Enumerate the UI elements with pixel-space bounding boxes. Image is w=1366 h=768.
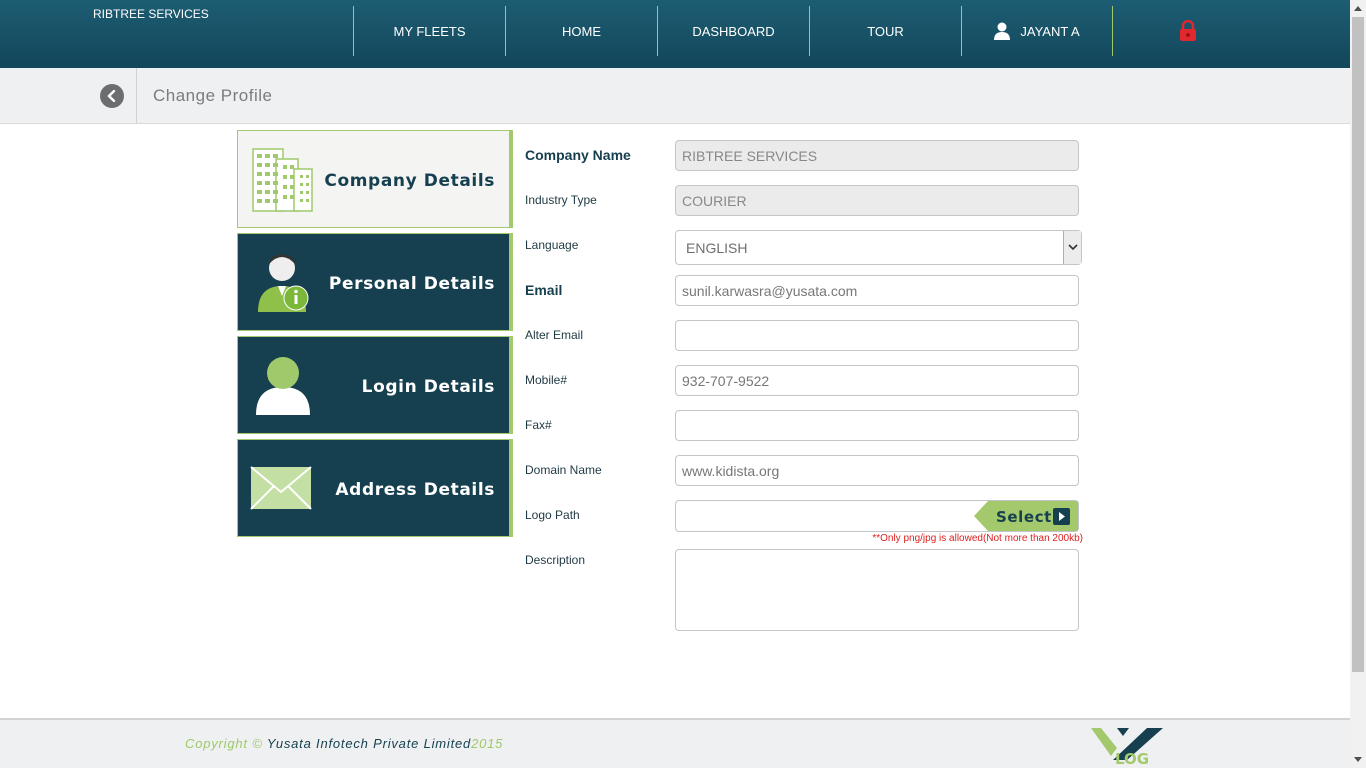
- alter-email-field[interactable]: [675, 320, 1079, 351]
- copyright-company: Yusata Infotech Private Limited: [266, 736, 472, 751]
- page: RIBTREE SERVICES MY FLEETS HOME DASHBOAR…: [0, 0, 1366, 768]
- company-name-field[interactable]: [675, 140, 1079, 171]
- language-select-value: ENGLISH: [686, 240, 748, 256]
- copyright-text: Copyright © Yusata Infotech Private Limi…: [185, 736, 503, 751]
- email-label: Email: [525, 282, 563, 298]
- top-navbar: RIBTREE SERVICES MY FLEETS HOME DASHBOAR…: [0, 0, 1350, 68]
- language-select[interactable]: ENGLISH: [675, 230, 1082, 265]
- tab-company-details[interactable]: Company Details: [237, 130, 513, 228]
- page-title: Change Profile: [153, 86, 273, 105]
- footer: Copyright © Yusata Infotech Private Limi…: [0, 718, 1350, 768]
- lock-icon: [1180, 20, 1196, 41]
- tab-address-details[interactable]: Address Details: [237, 439, 513, 537]
- language-select-button[interactable]: [1063, 231, 1081, 264]
- nav-dashboard[interactable]: DASHBOARD: [657, 6, 809, 56]
- tab-address-details-label: Address Details: [335, 480, 495, 500]
- nav-user-menu[interactable]: JAYANT A: [961, 6, 1113, 56]
- back-button[interactable]: [100, 84, 124, 108]
- tab-personal-details[interactable]: Personal Details: [237, 233, 513, 331]
- fax-label: Fax#: [525, 418, 552, 432]
- main-nav: MY FLEETS HOME DASHBOARD TOUR JAYANT A: [353, 6, 1263, 56]
- tab-login-details[interactable]: Login Details: [237, 336, 513, 434]
- description-label: Description: [525, 553, 586, 567]
- company-logo: LOG: [1091, 728, 1163, 768]
- brand-name: RIBTREE SERVICES: [93, 7, 209, 21]
- subheader-divider: [136, 68, 137, 124]
- scroll-thumb[interactable]: [1352, 17, 1364, 672]
- language-label: Language: [525, 238, 579, 252]
- nav-tour[interactable]: TOUR: [809, 6, 961, 56]
- tab-login-details-label: Login Details: [361, 377, 495, 397]
- logout-button[interactable]: [1113, 6, 1263, 56]
- logo-file-note: **Only png/jpg is allowed(Not more than …: [872, 533, 1083, 544]
- description-field[interactable]: [675, 549, 1079, 631]
- domain-name-label: Domain Name: [525, 463, 602, 477]
- industry-type-label: Industry Type: [525, 193, 597, 207]
- scroll-down-arrow-icon[interactable]: [1354, 757, 1362, 762]
- person-icon: [256, 357, 310, 415]
- play-icon: [1053, 508, 1070, 525]
- vertical-scrollbar[interactable]: [1350, 0, 1366, 768]
- user-info: JAYANT A: [994, 22, 1080, 40]
- select-logo-button[interactable]: Select: [974, 501, 1079, 531]
- industry-type-field[interactable]: [675, 185, 1079, 216]
- alter-email-label: Alter Email: [525, 328, 584, 342]
- nav-home[interactable]: HOME: [505, 6, 657, 56]
- back-arrow-icon: [107, 90, 116, 102]
- scroll-up-arrow-icon[interactable]: [1354, 6, 1362, 11]
- subheader: Change Profile: [0, 68, 1350, 124]
- nav-my-fleets[interactable]: MY FLEETS: [353, 6, 505, 56]
- envelope-icon: [250, 466, 312, 510]
- tab-company-details-label: Company Details: [324, 171, 495, 191]
- domain-name-field[interactable]: [675, 455, 1079, 486]
- person-info-icon: [258, 254, 309, 312]
- tab-personal-details-label: Personal Details: [328, 274, 495, 294]
- fax-field[interactable]: [675, 410, 1079, 441]
- building-icon: [252, 148, 313, 212]
- company-name-label: Company Name: [525, 147, 631, 163]
- logo-text: LOG: [1115, 750, 1149, 768]
- select-button-label: Select: [996, 508, 1052, 526]
- copyright-prefix: Copyright ©: [185, 736, 263, 751]
- chevron-down-icon: [1067, 244, 1078, 251]
- user-name: JAYANT A: [1020, 23, 1080, 39]
- logo-path-label: Logo Path: [525, 508, 580, 522]
- copyright-year: 2015: [471, 736, 504, 751]
- user-icon: [994, 22, 1011, 40]
- mobile-field[interactable]: [675, 365, 1079, 396]
- email-field[interactable]: [675, 275, 1079, 306]
- mobile-label: Mobile#: [525, 373, 568, 387]
